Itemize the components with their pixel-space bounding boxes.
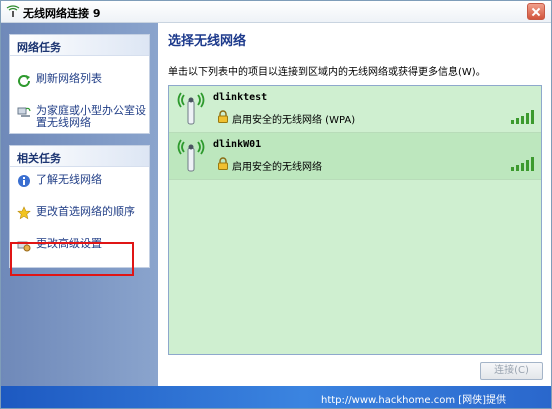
lock-icon [218, 110, 228, 123]
change-preferred-order-label: 更改首选网络的顺序 [36, 205, 135, 218]
setup-home-network-link[interactable]: 为家庭或小型办公室设置无线网络 [10, 105, 149, 131]
instructions-text: 单击以下列表中的项目以连接到区域内的无线网络或获得更多信息(W)。 [168, 67, 486, 78]
task-sidebar: 网络任务 刷新网络列表 为家庭或小型办公室设置无线网络 相关任务 了解无线网络 … [1, 23, 158, 386]
connect-button[interactable]: 连接(C) [480, 362, 543, 380]
signal-strength-icon [511, 110, 534, 124]
network-tasks-header: 网络任务 [10, 35, 149, 56]
refresh-network-list-link[interactable]: 刷新网络列表 [10, 73, 149, 87]
wireless-antenna-icon [177, 139, 205, 172]
status-bar: http://www.hackhome.com [网侠]提供 [1, 386, 551, 408]
network-name: dlinkW01 [213, 139, 262, 150]
refresh-network-list-label: 刷新网络列表 [36, 72, 102, 85]
title-bar[interactable]: 无线网络连接 9 [1, 1, 551, 23]
network-list[interactable]: dlinktest 启用安全的无线网络 (WPA) dlinkW01 启用安全的… [168, 85, 542, 355]
network-security: 启用安全的无线网络 (WPA) [232, 115, 356, 126]
main-content: 选择无线网络 单击以下列表中的项目以连接到区域内的无线网络或获得更多信息(W)。… [158, 23, 551, 386]
star-icon [17, 206, 31, 220]
network-item-dlinkw01[interactable]: dlinkW01 启用安全的无线网络 [169, 133, 541, 180]
setup-home-network-label: 为家庭或小型办公室设置无线网络 [36, 104, 146, 129]
network-item-dlinktest[interactable]: dlinktest 启用安全的无线网络 (WPA) [169, 86, 541, 133]
info-icon [18, 175, 30, 187]
related-tasks-header: 相关任务 [10, 146, 149, 167]
change-preferred-order-link[interactable]: 更改首选网络的顺序 [10, 206, 149, 220]
network-setup-icon [17, 107, 31, 117]
network-security: 启用安全的无线网络 [232, 162, 322, 173]
network-name: dlinktest [213, 92, 268, 103]
refresh-icon [18, 75, 30, 87]
page-title: 选择无线网络 [168, 34, 247, 49]
wireless-icon [6, 5, 20, 17]
annotation-highlight-box [10, 242, 134, 276]
wireless-connection-window: 无线网络连接 9 网络任务 刷新网络列表 为家庭或小型办公室设置无线网络 相关任… [0, 0, 552, 409]
close-button[interactable] [527, 3, 545, 20]
lock-icon [218, 157, 228, 170]
learn-wireless-link[interactable]: 了解无线网络 [10, 174, 149, 188]
window-title: 无线网络连接 9 [23, 7, 101, 20]
network-tasks-panel: 网络任务 刷新网络列表 为家庭或小型办公室设置无线网络 [9, 34, 150, 134]
signal-strength-icon [511, 157, 534, 171]
wireless-antenna-icon [177, 92, 205, 125]
watermark-text: http://www.hackhome.com [网侠]提供 [321, 395, 507, 406]
learn-wireless-label: 了解无线网络 [36, 173, 102, 186]
